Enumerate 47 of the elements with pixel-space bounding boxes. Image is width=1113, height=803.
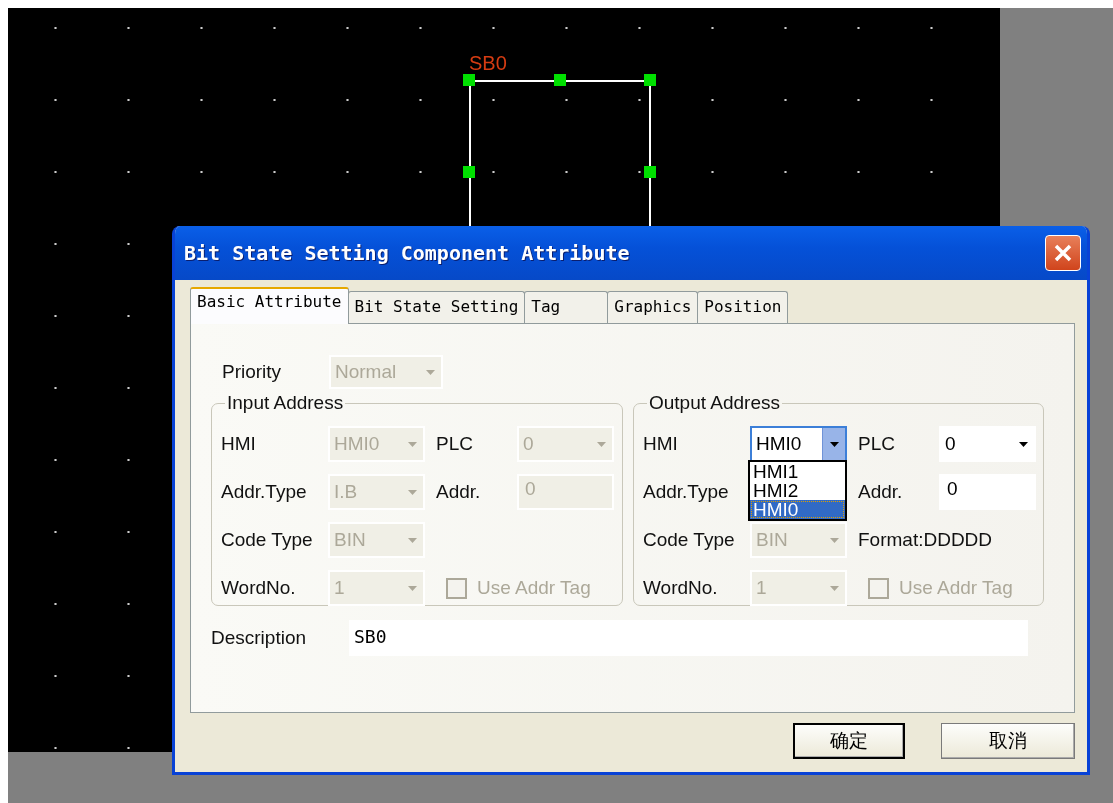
field-label: HMI xyxy=(221,433,257,455)
checkbox-label: Use Addr Tag xyxy=(477,577,591,599)
tab[interactable]: Tag xyxy=(524,291,609,323)
field-label: Addr. xyxy=(858,481,904,503)
field-label: HMI xyxy=(643,433,679,455)
tab[interactable]: Graphics xyxy=(607,291,699,323)
dropdown-option[interactable]: HMI1 xyxy=(750,462,845,481)
close-button[interactable] xyxy=(1045,235,1081,271)
dropdown-option[interactable]: HMI2 xyxy=(750,481,845,500)
caret-icon xyxy=(425,369,435,375)
field-label: WordNo. xyxy=(643,577,719,599)
caret-icon xyxy=(407,441,417,447)
cancel-button[interactable]: 取消 xyxy=(941,723,1075,759)
input-field[interactable]: 0 xyxy=(939,474,1036,510)
caret-icon xyxy=(596,441,606,447)
format-label: Format:DDDDD xyxy=(858,529,994,551)
field-label: Addr.Type xyxy=(643,481,730,503)
field-label: Code Type xyxy=(221,529,314,551)
checkbox-label: Use Addr Tag xyxy=(899,577,1013,599)
field-label: Addr.Type xyxy=(221,481,308,503)
tab[interactable]: Position xyxy=(697,291,789,323)
ok-button[interactable]: 确定 xyxy=(793,723,905,759)
input-field[interactable]: SB0 xyxy=(349,620,1028,656)
dropdown-option[interactable]: HMI0 xyxy=(750,500,845,519)
caret-icon xyxy=(407,537,417,543)
caret-icon xyxy=(829,441,839,447)
field-label: Addr. xyxy=(436,481,482,503)
field-label: WordNo. xyxy=(221,577,297,599)
field-label: PLC xyxy=(436,433,474,455)
caret-icon xyxy=(407,489,417,495)
group-title: Output Address xyxy=(648,392,781,414)
tab[interactable]: Basic Attribute xyxy=(190,287,349,324)
dropdown[interactable]: 0 xyxy=(939,426,1036,462)
field-label: PLC xyxy=(858,433,896,455)
caret-icon xyxy=(829,537,839,543)
caret-icon xyxy=(407,585,417,591)
caret-icon xyxy=(829,585,839,591)
dropdown[interactable]: HMI0 xyxy=(750,426,847,462)
field-label: Description xyxy=(211,627,308,649)
tab[interactable]: Bit State Setting xyxy=(347,291,526,323)
group-title: Input Address xyxy=(226,392,345,414)
close-icon xyxy=(1053,243,1073,263)
component-label: SB0 xyxy=(469,52,507,75)
field-label: Priority xyxy=(222,361,283,383)
caret-icon xyxy=(1018,441,1028,447)
field-label: Code Type xyxy=(643,529,736,551)
window-title: Bit State Setting Component Attribute xyxy=(184,241,631,265)
